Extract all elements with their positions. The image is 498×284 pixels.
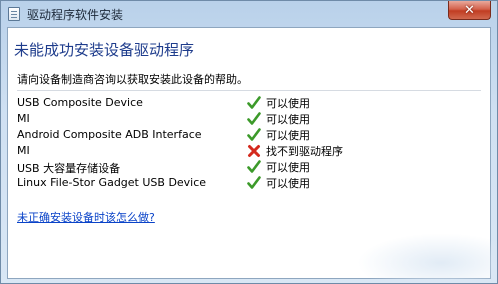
device-name: MI: [17, 144, 30, 157]
error-x-icon: [248, 145, 260, 157]
close-icon: ✕: [464, 2, 475, 18]
device-row: MI 可以使用: [17, 111, 477, 127]
status-text: 可以使用: [266, 97, 310, 110]
device-status: 可以使用: [247, 127, 310, 143]
window-title: 驱动程序软件安装: [27, 7, 124, 22]
device-row: Android Composite ADB Interface 可以使用: [17, 127, 477, 143]
close-button[interactable]: ✕: [448, 1, 491, 20]
device-status: 可以使用: [247, 159, 310, 175]
device-row: Linux File-Stor Gadget USB Device 可以使用: [17, 175, 477, 191]
device-name: Linux File-Stor Gadget USB Device: [17, 176, 207, 189]
separator: [17, 90, 481, 91]
title-bar[interactable]: 驱动程序软件安装 ✕: [1, 1, 497, 27]
check-icon: [247, 128, 261, 141]
device-status: 找不到驱动程序: [247, 143, 343, 159]
device-row: USB Composite Device 可以使用: [17, 95, 477, 111]
page-title: 未能成功安装设备驱动程序: [14, 41, 195, 59]
status-text: 找不到驱动程序: [266, 145, 343, 158]
status-text: 可以使用: [266, 129, 310, 142]
status-text: 可以使用: [266, 177, 310, 190]
check-icon: [247, 112, 261, 125]
status-text: 可以使用: [266, 161, 310, 174]
help-link[interactable]: 未正确安装设备时该怎么做?: [17, 209, 155, 225]
driver-install-dialog: 驱动程序软件安装 ✕ 未能成功安装设备驱动程序 请向设备制造商咨询以获取安装此设…: [0, 0, 498, 284]
status-text: 可以使用: [266, 113, 310, 126]
device-status: 可以使用: [247, 175, 310, 191]
device-name: Android Composite ADB Interface: [17, 128, 202, 141]
check-icon: [247, 96, 261, 109]
device-row: MI 找不到驱动程序: [17, 143, 477, 159]
device-name: USB Composite Device: [17, 96, 143, 109]
description-text: 请向设备制造商咨询以获取安装此设备的帮助。: [17, 73, 248, 86]
check-icon: [247, 176, 261, 189]
device-name: USB 大容量存储设备: [17, 162, 121, 175]
device-status: 可以使用: [247, 111, 310, 127]
device-status: 可以使用: [247, 95, 310, 111]
device-list: USB Composite Device 可以使用 MI 可以使用 Androi…: [17, 95, 477, 191]
device-row: USB 大容量存储设备 可以使用: [17, 159, 477, 175]
watermark: [357, 233, 497, 283]
window-document-icon: [8, 7, 20, 21]
check-icon: [247, 160, 261, 173]
device-name: MI: [17, 112, 30, 125]
